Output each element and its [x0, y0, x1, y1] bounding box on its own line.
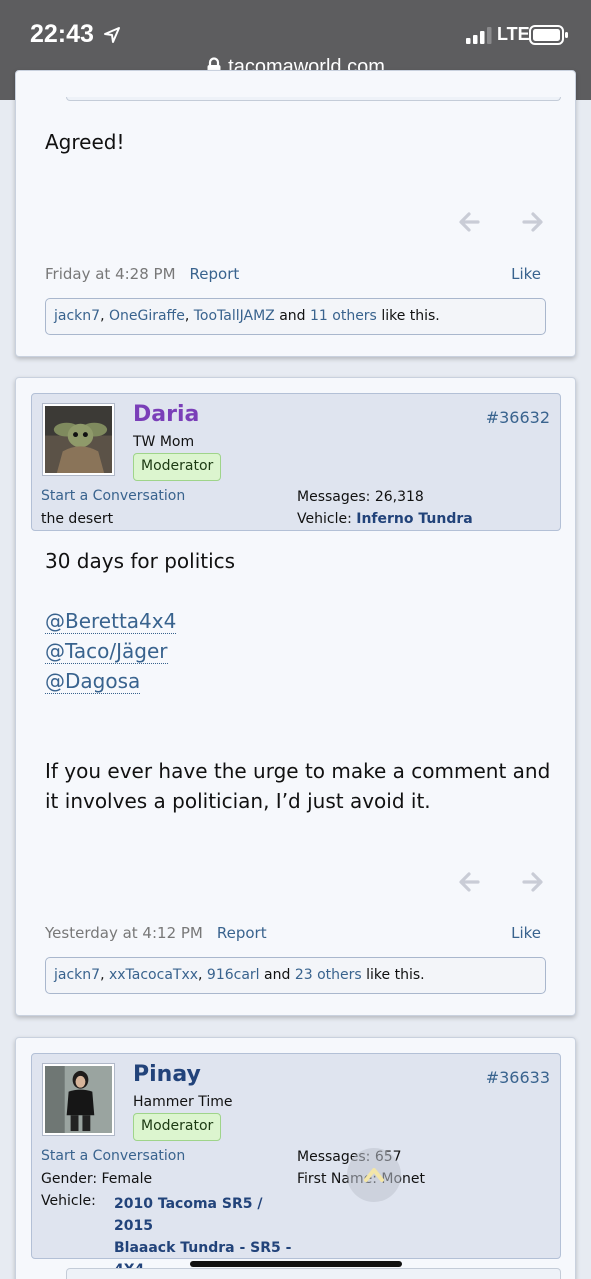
- user-info-box: Daria TW Mom Moderator #36632 Start a Co…: [31, 393, 561, 531]
- message-line: If you ever have the urge to make a comm…: [45, 759, 551, 813]
- post-meta: Yesterday at 4:12 PM Report Like: [45, 924, 541, 942]
- liker-link[interactable]: jackn7: [54, 308, 100, 324]
- post-card: Daria TW Mom Moderator #36632 Start a Co…: [15, 377, 576, 1016]
- status-time: 22:43: [30, 20, 94, 48]
- likes-others-link[interactable]: 23 others: [295, 967, 362, 983]
- avatar[interactable]: [42, 403, 115, 476]
- post-timestamp[interactable]: Friday at 4:28 PM: [45, 265, 176, 283]
- avatar-image: [45, 406, 112, 473]
- post-nav: [457, 210, 545, 234]
- mention-link[interactable]: @Beretta4x4: [45, 609, 177, 634]
- messages-label: Messages:: [297, 489, 371, 505]
- user-location: the desert: [41, 511, 114, 527]
- vehicle-label: Vehicle:: [297, 511, 352, 527]
- location-arrow-icon: [104, 27, 120, 43]
- likes-tail: like this.: [366, 967, 425, 983]
- likes-conj: and: [279, 308, 306, 324]
- vehicle-row: Vehicle: Inferno Tundra: [297, 511, 473, 527]
- network-label: LTE: [497, 24, 530, 44]
- start-conversation-link[interactable]: Start a Conversation: [41, 488, 185, 504]
- likes-conj: and: [264, 967, 291, 983]
- arrow-right-icon[interactable]: [521, 210, 545, 234]
- report-link[interactable]: Report: [217, 924, 267, 942]
- likes-bar-edge: [66, 97, 561, 101]
- liker-link[interactable]: TooTallJAMZ: [194, 308, 275, 324]
- mention-link[interactable]: @Taco/Jäger: [45, 639, 168, 664]
- avatar[interactable]: [42, 1063, 115, 1136]
- vehicle-link[interactable]: Inferno Tundra: [356, 511, 472, 527]
- post-message: 30 days for politics @Beretta4x4 @Taco/J…: [45, 546, 555, 816]
- user-title: Hammer Time: [133, 1094, 233, 1110]
- post-meta: Friday at 4:28 PM Report Like: [45, 265, 541, 283]
- post-timestamp[interactable]: Yesterday at 4:12 PM: [45, 924, 203, 942]
- next-section-edge: [66, 1268, 561, 1279]
- likes-tail: like this.: [381, 308, 440, 324]
- like-button[interactable]: Like: [511, 924, 541, 942]
- post-nav: [457, 870, 545, 894]
- gender-value: Female: [101, 1171, 153, 1187]
- liker-link[interactable]: jackn7: [54, 967, 100, 983]
- scroll-to-top-button[interactable]: [347, 1148, 401, 1202]
- vehicle-line: 2010 Tacoma SR5 / 2015: [114, 1196, 263, 1234]
- username-link[interactable]: Daria: [133, 402, 199, 427]
- vehicle-label: Vehicle:: [41, 1193, 96, 1209]
- username-link[interactable]: Pinay: [133, 1062, 201, 1087]
- cellular-signal-icon: [466, 27, 492, 44]
- arrow-left-icon[interactable]: [457, 210, 481, 234]
- liker-link[interactable]: OneGiraffe: [109, 308, 185, 324]
- home-indicator[interactable]: [190, 1261, 402, 1267]
- report-link[interactable]: Report: [190, 265, 240, 283]
- user-title: TW Mom: [133, 434, 195, 450]
- user-info-box: Pinay Hammer Time Moderator #36633 Start…: [31, 1053, 561, 1278]
- gender-label: Gender:: [41, 1171, 98, 1187]
- arrow-left-icon[interactable]: [457, 870, 481, 894]
- post-number-link[interactable]: #36633: [486, 1068, 550, 1087]
- liker-link[interactable]: xxTacocaTxx: [109, 967, 198, 983]
- post-card: Agreed! Friday at 4:28 PM Report Like jac…: [15, 70, 576, 357]
- arrow-right-icon[interactable]: [521, 870, 545, 894]
- likes-summary: jackn7, OneGiraffe, TooTallJAMZ and 11 o…: [45, 298, 546, 335]
- likes-summary: jackn7, xxTacocaTxx, 916carl and 23 othe…: [45, 957, 546, 994]
- vehicle-row: Vehicle: 2010 Tacoma SR5 / 2015 Blaaack …: [41, 1193, 301, 1278]
- vehicle-line: Blaaack Tundra - SR5 -: [114, 1240, 292, 1256]
- chevron-up-icon: [364, 1168, 384, 1182]
- post-message: Agreed!: [45, 130, 125, 154]
- likes-others-link[interactable]: 11 others: [310, 308, 377, 324]
- mention-link[interactable]: @Dagosa: [45, 669, 141, 694]
- message-line: 30 days for politics: [45, 549, 236, 573]
- role-badge: Moderator: [133, 1113, 222, 1141]
- like-button[interactable]: Like: [511, 265, 541, 283]
- start-conversation-link[interactable]: Start a Conversation: [41, 1148, 185, 1164]
- messages-count: 26,318: [374, 489, 424, 505]
- messages-count-row: Messages: 26,318: [297, 489, 424, 505]
- liker-link[interactable]: 916carl: [207, 967, 260, 983]
- gender-row: Gender: Female: [41, 1171, 152, 1187]
- post-number-link[interactable]: #36632: [486, 408, 550, 427]
- avatar-image: [45, 1066, 112, 1133]
- role-badge: Moderator: [133, 453, 222, 481]
- post-card: Pinay Hammer Time Moderator #36633 Start…: [15, 1037, 576, 1279]
- battery-icon: [529, 25, 568, 45]
